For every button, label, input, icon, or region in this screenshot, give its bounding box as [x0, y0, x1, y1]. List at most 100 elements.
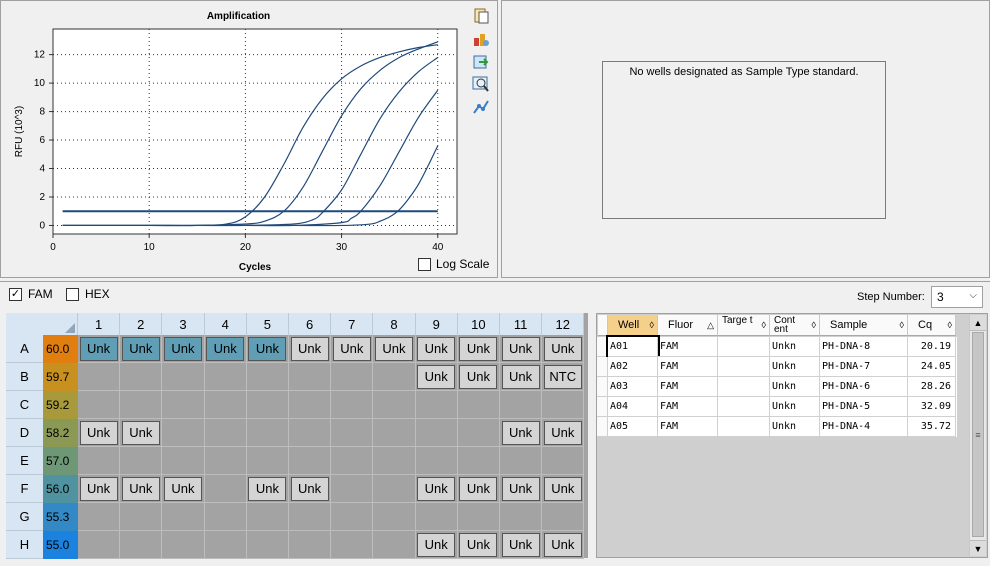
well-H3[interactable]	[162, 531, 205, 559]
well-A4[interactable]: Unk	[204, 335, 247, 363]
column-header[interactable]: 12	[542, 313, 585, 335]
column-header-content[interactable]: Cont ent ◊	[770, 315, 820, 336]
plate-corner[interactable]	[6, 313, 78, 335]
well-C10[interactable]	[457, 391, 500, 419]
well-D7[interactable]	[331, 419, 374, 447]
column-header[interactable]: 10	[457, 313, 500, 335]
well-F6[interactable]: Unk	[289, 475, 332, 503]
well-F10[interactable]: Unk	[457, 475, 500, 503]
well-H12[interactable]: Unk	[542, 531, 585, 559]
well-H10[interactable]: Unk	[457, 531, 500, 559]
well-F12[interactable]: Unk	[542, 475, 585, 503]
table-row[interactable]: A01 FAM Unkn PH-DNA-8 20.19	[597, 335, 957, 359]
zoom-icon[interactable]	[472, 75, 490, 93]
cell-cq[interactable]: 32.09	[908, 397, 956, 417]
well-E10[interactable]	[457, 447, 500, 475]
cell-well[interactable]: A03	[608, 377, 658, 397]
row-selector[interactable]	[597, 397, 608, 417]
cell-target[interactable]	[718, 357, 770, 377]
cell-target[interactable]	[718, 417, 770, 437]
row-header[interactable]: A	[6, 335, 43, 363]
well-E9[interactable]	[415, 447, 458, 475]
cell-content[interactable]: Unkn	[770, 337, 820, 357]
column-header-sample[interactable]: Sample ◊	[820, 315, 908, 336]
well-B12[interactable]: NTC	[542, 363, 585, 391]
well-C9[interactable]	[415, 391, 458, 419]
well-H6[interactable]	[289, 531, 332, 559]
scroll-up-icon[interactable]: ▲	[970, 315, 986, 331]
well-A2[interactable]: Unk	[120, 335, 163, 363]
cell-fluor[interactable]: FAM	[658, 417, 718, 437]
well-D6[interactable]	[289, 419, 332, 447]
well-G10[interactable]	[457, 503, 500, 531]
well-B6[interactable]	[289, 363, 332, 391]
well-F2[interactable]: Unk	[120, 475, 163, 503]
log-scale-checkbox[interactable]	[418, 257, 431, 271]
well-E5[interactable]	[246, 447, 289, 475]
cell-target[interactable]	[718, 397, 770, 417]
cell-target[interactable]	[718, 337, 770, 357]
well-G12[interactable]	[542, 503, 585, 531]
trace-styles-icon[interactable]	[472, 98, 490, 116]
column-header[interactable]: 3	[162, 313, 205, 335]
well-D11[interactable]: Unk	[500, 419, 543, 447]
well-C1[interactable]	[78, 391, 121, 419]
column-header[interactable]: 7	[331, 313, 374, 335]
column-header[interactable]: 11	[500, 313, 543, 335]
cell-sample[interactable]: PH-DNA-4	[820, 417, 908, 437]
well-F7[interactable]	[331, 475, 374, 503]
column-header[interactable]: 8	[373, 313, 416, 335]
cell-content[interactable]: Unkn	[770, 377, 820, 397]
cell-fluor[interactable]: FAM	[658, 397, 718, 417]
row-header[interactable]: C	[6, 391, 43, 419]
well-H4[interactable]	[204, 531, 247, 559]
well-G7[interactable]	[331, 503, 374, 531]
well-F1[interactable]: Unk	[78, 475, 121, 503]
well-G1[interactable]	[78, 503, 121, 531]
well-B7[interactable]	[331, 363, 374, 391]
table-row[interactable]: A05 FAM Unkn PH-DNA-4 35.72	[597, 417, 957, 437]
column-header[interactable]: 6	[289, 313, 332, 335]
cell-cq[interactable]: 20.19	[908, 337, 956, 357]
well-B11[interactable]: Unk	[500, 363, 543, 391]
well-E8[interactable]	[373, 447, 416, 475]
cell-content[interactable]: Unkn	[770, 397, 820, 417]
well-G8[interactable]	[373, 503, 416, 531]
cell-content[interactable]: Unkn	[770, 417, 820, 437]
well-A7[interactable]: Unk	[331, 335, 374, 363]
column-header[interactable]: 5	[246, 313, 289, 335]
row-header[interactable]: E	[6, 447, 43, 475]
well-F5[interactable]: Unk	[246, 475, 289, 503]
well-C3[interactable]	[162, 391, 205, 419]
well-E12[interactable]	[542, 447, 585, 475]
well-C5[interactable]	[246, 391, 289, 419]
well-A8[interactable]: Unk	[373, 335, 416, 363]
well-B3[interactable]	[162, 363, 205, 391]
well-A9[interactable]: Unk	[415, 335, 458, 363]
fluor-hex-toggle[interactable]: HEX	[66, 287, 110, 301]
well-B5[interactable]	[246, 363, 289, 391]
column-header[interactable]: 2	[120, 313, 163, 335]
cell-well[interactable]: A04	[608, 397, 658, 417]
step-number-select[interactable]: 3 ⌵	[931, 286, 983, 308]
well-E6[interactable]	[289, 447, 332, 475]
hex-checkbox[interactable]	[66, 287, 79, 301]
well-C4[interactable]	[204, 391, 247, 419]
well-B4[interactable]	[204, 363, 247, 391]
well-C12[interactable]	[542, 391, 585, 419]
copy-icon[interactable]	[472, 7, 490, 25]
cell-sample[interactable]: PH-DNA-8	[820, 337, 908, 357]
scroll-down-icon[interactable]: ▼	[970, 540, 986, 556]
row-header[interactable]: D	[6, 419, 43, 447]
well-A6[interactable]: Unk	[289, 335, 332, 363]
well-E2[interactable]	[120, 447, 163, 475]
row-selector[interactable]	[597, 337, 608, 357]
row-header[interactable]: B	[6, 363, 43, 391]
cell-sample[interactable]: PH-DNA-5	[820, 397, 908, 417]
well-G9[interactable]	[415, 503, 458, 531]
log-scale-toggle[interactable]: Log Scale	[418, 257, 489, 271]
well-C11[interactable]	[500, 391, 543, 419]
cell-target[interactable]	[718, 377, 770, 397]
column-header-target[interactable]: Targe t ◊	[718, 315, 770, 336]
cell-fluor[interactable]: FAM	[658, 377, 718, 397]
